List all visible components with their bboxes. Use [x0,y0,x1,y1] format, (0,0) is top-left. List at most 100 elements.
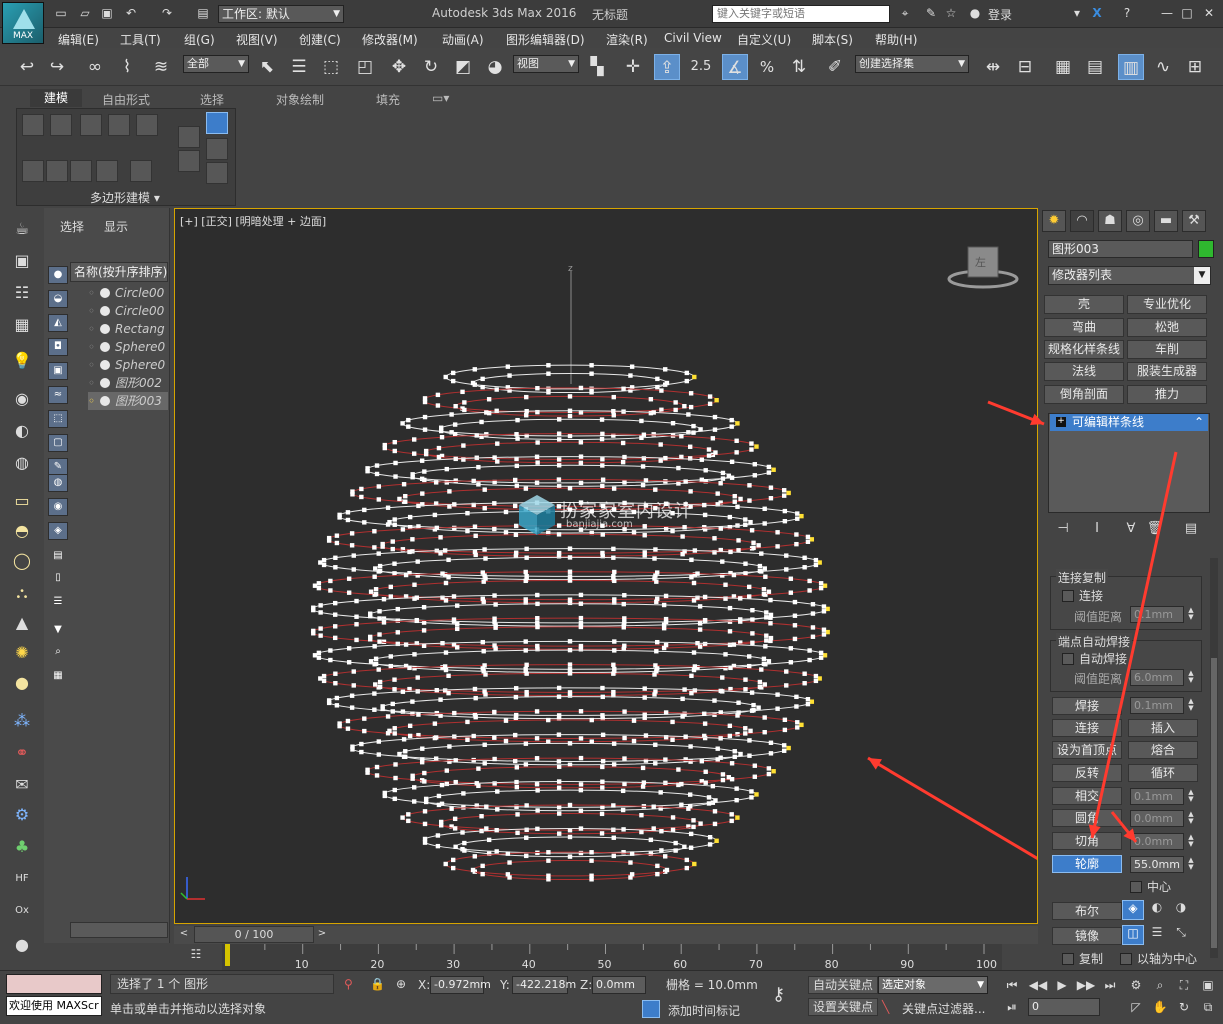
filter-lights-icon[interactable]: ◭ [48,314,68,332]
reverse-button[interactable]: 反转 [1052,764,1122,782]
explorer-filter-icon[interactable]: ▼ [48,622,68,640]
show-end-result-icon[interactable]: Ⅰ [1086,519,1108,539]
sphere-icon[interactable]: ● [10,672,34,694]
molecule-icon[interactable]: ⚭ [10,742,34,764]
boolean-button[interactable]: 布尔 [1052,902,1122,920]
ribbon-tool-1-icon[interactable] [22,114,44,136]
percent-snap-icon[interactable]: % [754,54,780,80]
open-file-icon[interactable]: ▱ [78,6,92,20]
menu-help[interactable]: 帮助(H) [875,31,917,48]
next-frame-icon[interactable]: > [314,928,330,942]
hair-fur-icon[interactable]: HF [10,868,34,890]
create-tab-icon[interactable]: ✹ [1042,210,1066,232]
list-item-selected[interactable]: ◦ 图形003 [88,392,168,410]
list-item[interactable]: ◦ Circle00 [88,284,168,302]
connect-button[interactable]: 连接 [1052,719,1122,737]
menu-modifiers[interactable]: 修改器(M) [362,31,418,48]
play-icon[interactable]: ▶ [1052,976,1072,994]
ribbon-edge-mode-icon[interactable] [206,138,228,160]
pivot-center-icon[interactable]: ▚ [584,54,610,80]
torus-icon[interactable]: ◯ [10,550,34,572]
center-checkbox[interactable]: 中心 [1130,878,1171,895]
select-by-name-icon[interactable]: ☰ [286,54,312,80]
current-frame-marker[interactable] [225,944,230,966]
maxscript-listener-input[interactable] [6,974,102,994]
light-bulb-icon[interactable]: 💡 [10,350,34,372]
selection-lock-icon[interactable]: 🔒 [370,977,385,991]
filter-xrefs-icon[interactable]: ▢ [48,434,68,452]
tab-object-paint[interactable]: 对象绘制 [276,91,324,108]
chamfer-button[interactable]: 切角 [1052,832,1122,850]
ribbon-options-icon[interactable]: ▭▾ [432,91,449,105]
time-tag-icon[interactable] [642,1000,660,1018]
communication-icon[interactable]: ✎ [924,6,938,20]
layer-explorer-icon[interactable]: ▦ [1050,54,1076,80]
save-file-icon[interactable]: ▣ [100,6,114,20]
scrollbar-thumb[interactable] [1211,658,1217,948]
configure-modifier-sets-icon[interactable]: ▤ [1180,519,1202,539]
material-icon[interactable]: ▣ [10,250,34,272]
fillet-spinner[interactable]: 0.0mm ▲ ▼ [1130,810,1194,827]
field-of-view-icon[interactable]: ◸ [1126,998,1146,1016]
undo-icon[interactable]: ↩ [14,54,40,80]
list-item[interactable]: ◦ Sphere0 [88,338,168,356]
viewport-label[interactable]: [+] [正交] [明暗处理 + 边面] [180,213,326,229]
orbit-icon[interactable]: ↻ [1174,998,1194,1016]
particles-icon[interactable]: ⁂ [10,710,34,732]
isolate-selection-icon[interactable]: ⚲ [344,977,353,991]
render-icon[interactable]: ◐ [10,420,34,442]
modifier-button-push[interactable]: 推力 [1127,385,1207,404]
filter-all-icon[interactable]: ◉ [48,498,68,516]
tab-selection[interactable]: 选择 [200,91,224,108]
modifier-list-select[interactable]: 修改器列表 ▼ [1048,266,1211,285]
move-icon[interactable]: ✥ [386,54,412,80]
make-unique-icon[interactable]: ∀ [1120,519,1142,539]
y-coordinate-field[interactable]: -422.218m [512,976,576,994]
ribbon-tool-12-icon[interactable] [178,150,200,172]
menu-customize[interactable]: 自定义(U) [737,31,791,48]
viewport-front[interactable]: z左 [174,208,1038,924]
link-icon[interactable]: ∞ [82,54,108,80]
filter-spacewarps-icon[interactable]: ≈ [48,386,68,404]
ribbon-tool-6-icon[interactable] [22,160,44,182]
teapot-icon[interactable]: ☕ [10,218,34,240]
boolean-intersect-icon[interactable]: ◑ [1170,900,1192,920]
modifier-button-normalize-spline[interactable]: 规格化样条线 [1044,340,1124,359]
project-folder-icon[interactable]: ▤ [196,6,210,20]
chevron-down-icon[interactable]: ▾ [1070,6,1084,20]
minimize-icon[interactable]: — [1160,6,1174,20]
utilities-tab-icon[interactable]: ⚒ [1182,210,1206,232]
time-slider-thumb[interactable]: 0 / 100 [194,926,314,943]
ribbon-tool-2-icon[interactable] [50,114,72,136]
render-frame-icon[interactable]: ◍ [10,452,34,474]
menu-group[interactable]: 组(G) [184,31,215,48]
selection-filter-select[interactable]: 全部 ▼ [183,55,249,73]
auto-key-button[interactable]: 自动关键点 [808,976,879,994]
bind-space-warp-icon[interactable]: ≋ [148,54,174,80]
ribbon-tool-10-icon[interactable] [130,160,152,182]
mirror-both-icon[interactable]: ⤡ [1170,925,1192,945]
pan-hand-icon[interactable]: ✋ [1150,998,1170,1016]
explorer-page-icon[interactable]: ▯ [48,570,68,588]
cross-insert-button[interactable]: 相交 [1052,787,1122,805]
mirror-vertical-icon[interactable]: ☰ [1146,925,1168,945]
grass-icon[interactable]: ♣ [10,836,34,858]
set-key-button[interactable]: 设置关键点 [808,998,879,1016]
shell-icon[interactable]: ⛬ [10,582,34,604]
curve-editor-icon[interactable]: ∿ [1150,54,1176,80]
filter-helpers-icon[interactable]: ▣ [48,362,68,380]
rotate-icon[interactable]: ↻ [418,54,444,80]
time-config-icon[interactable]: ⚙ [1126,976,1146,994]
user-icon[interactable]: ● [968,6,982,20]
zoom-icon[interactable]: ⌕ [1150,976,1170,994]
weld-threshold-spinner[interactable]: 6.0mm ▲ ▼ [1130,669,1194,686]
ribbon-tool-3-icon[interactable] [80,114,102,136]
chamfer-spinner[interactable]: 0.0mm ▲ ▼ [1130,833,1194,850]
previous-frame-icon[interactable]: < [176,928,192,942]
weld-button[interactable]: 焊接 [1052,697,1122,715]
scene-explorer-icon[interactable]: ▥ [1118,54,1144,80]
place-icon[interactable]: ◕ [482,54,508,80]
list-icon[interactable]: ☷ [10,282,34,304]
next-key-icon[interactable]: ▶▶ [1076,976,1096,994]
cross-insert-spinner[interactable]: 0.1mm ▲ ▼ [1130,788,1194,805]
